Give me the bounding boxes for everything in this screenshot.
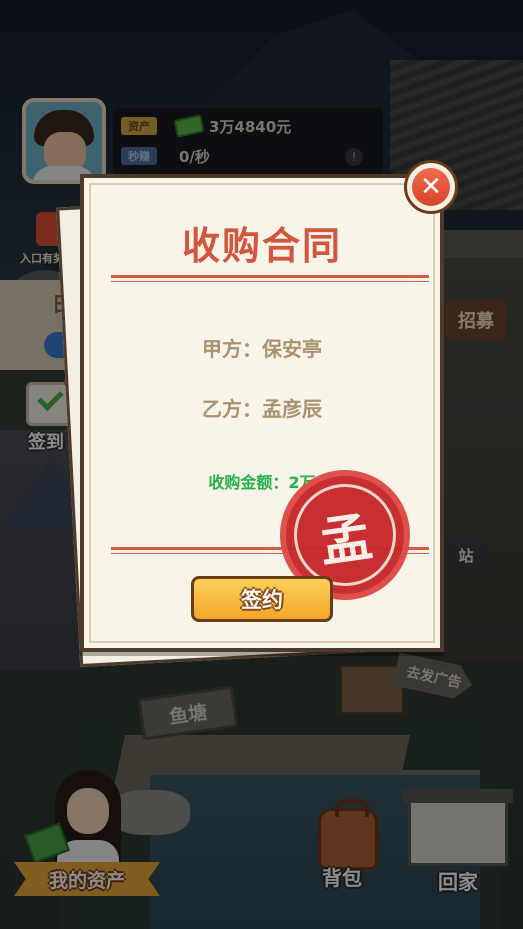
contract-title: 收购合同	[181, 224, 342, 268]
close-button[interactable]: ✕	[404, 160, 458, 214]
divider-top	[111, 275, 429, 278]
seal-char: 孟	[315, 507, 376, 574]
divider-top-thin	[111, 281, 429, 282]
party-b-text: 乙方：孟彦辰	[202, 397, 322, 421]
sign-button[interactable]: 签约	[191, 576, 333, 622]
close-icon[interactable]: ✕	[412, 168, 450, 206]
party-a-text: 甲方：保安亭	[202, 337, 322, 361]
